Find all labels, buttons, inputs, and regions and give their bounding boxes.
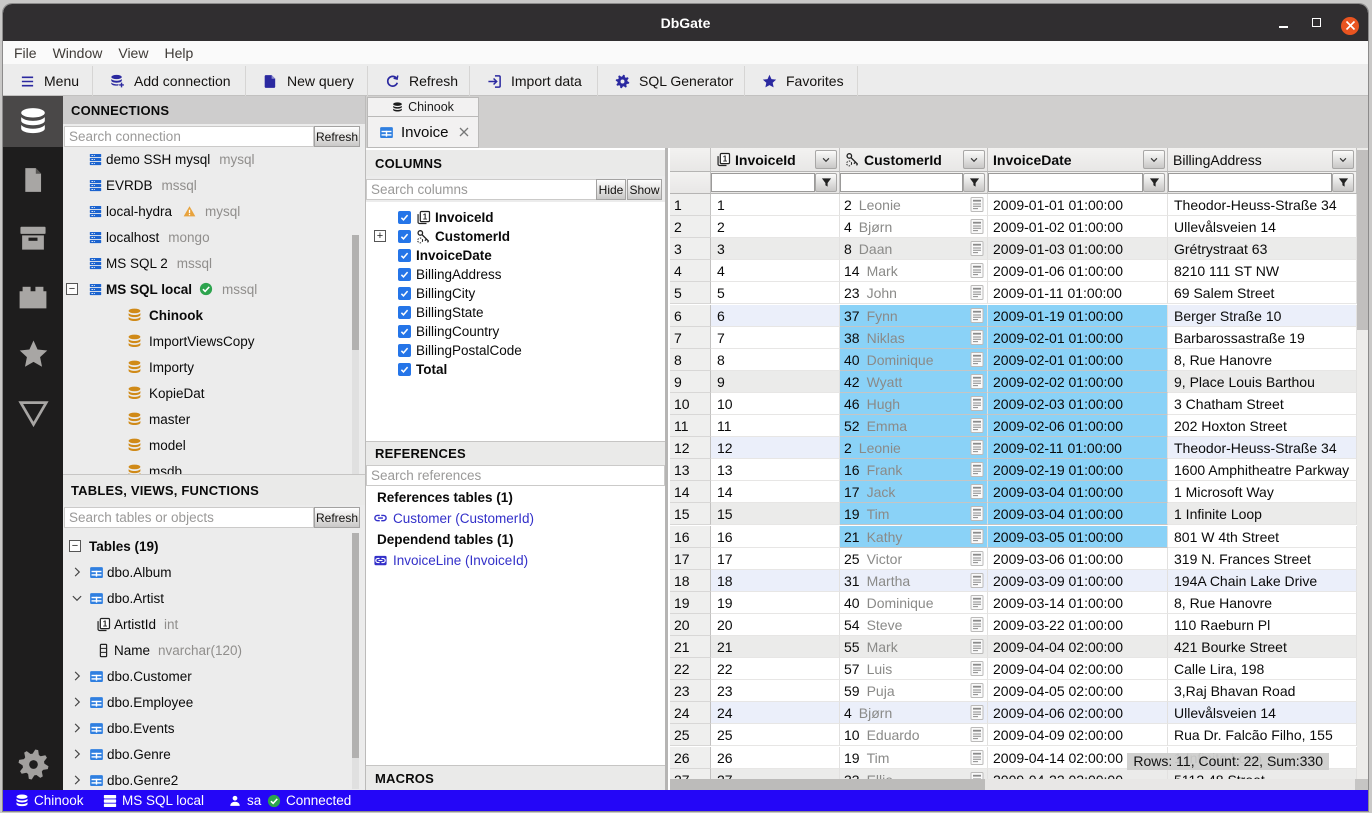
svg-text:1: 1 xyxy=(723,155,728,164)
svg-text:1: 1 xyxy=(423,213,428,222)
svg-text:1: 1 xyxy=(103,619,108,628)
